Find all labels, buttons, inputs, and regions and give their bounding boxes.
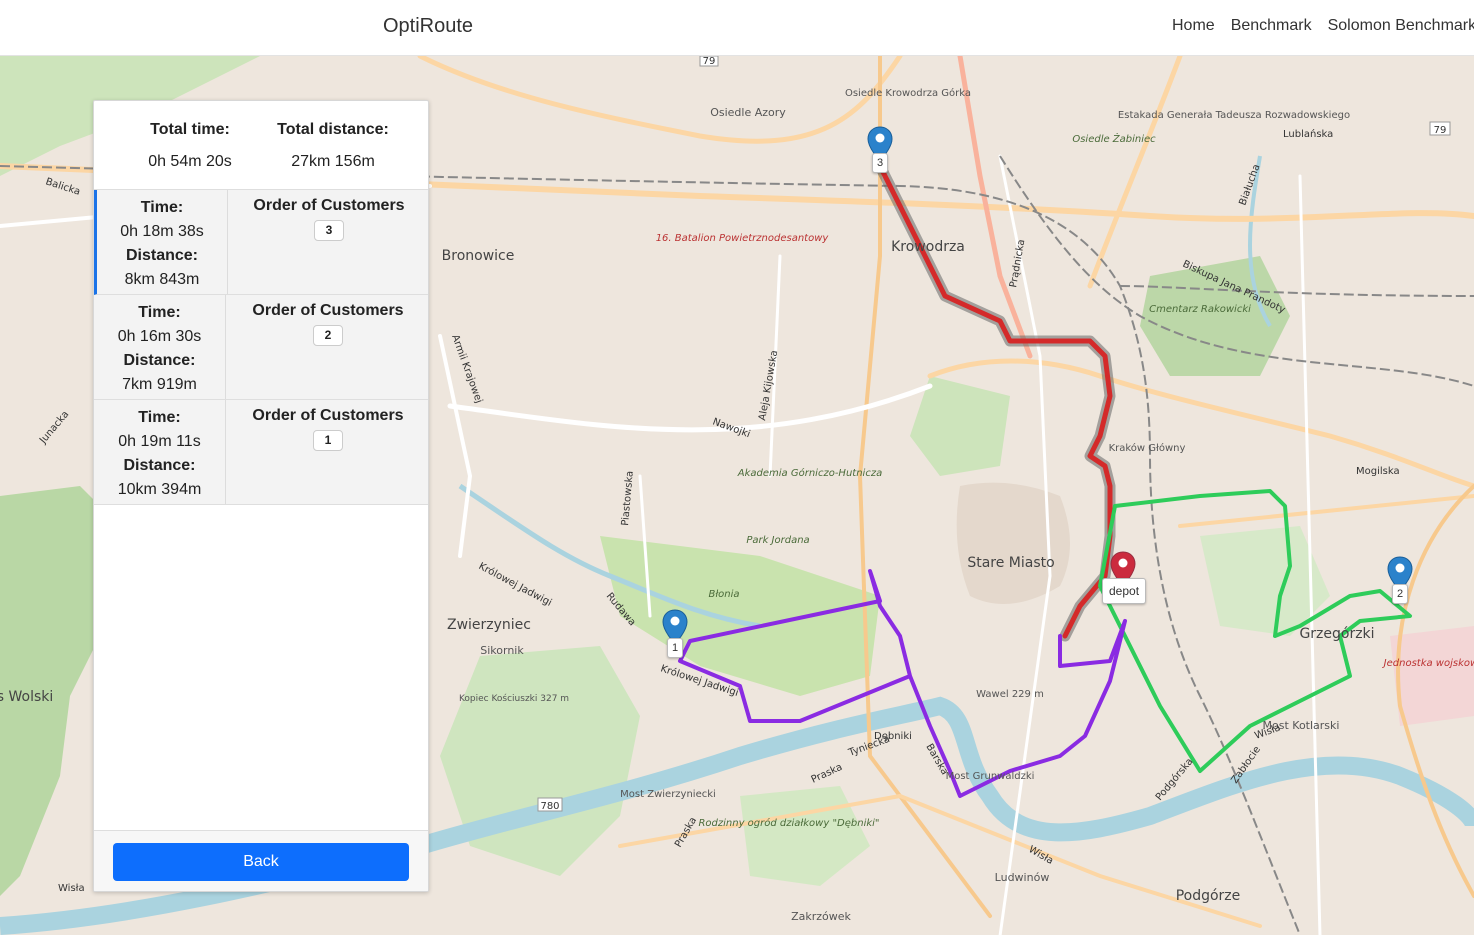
route-summary-panel: Total time: 0h 54m 20s Total distance: 2… [93,100,429,892]
route-metrics: Time: 0h 19m 11s Distance: 10km 394m [94,400,226,504]
marker-label-customer-3: 3 [872,153,889,173]
map-label-park-jordana: Park Jordana [746,535,809,546]
road-label-79: 79 [703,56,716,67]
total-distance-label: Total distance: [277,121,389,138]
route-time-value: 0h 18m 38s [120,223,204,240]
route-distance-label: Distance: [125,247,199,264]
map-label-blonia: Błonia [708,589,739,600]
map-label-jednostka: Jednostka wojskowa [1382,658,1474,669]
total-distance-value: 27km 156m [291,153,375,170]
back-button[interactable]: Back [113,843,409,881]
map-label-akademia: Akademia Górniczo-Hutnicza [737,467,882,479]
street-label-lublanska: Lublańska [1283,128,1333,140]
map-label-wawel: Wawel 229 m [976,689,1044,700]
map-label-ogrod: Rodzinny ogród działkowy "Dębniki" [698,817,879,829]
route-distance-label: Distance: [123,457,196,474]
street-label-wisla: Wisła [58,883,85,894]
route-row[interactable]: Time: 0h 16m 30s Distance: 7km 919m Orde… [94,295,428,400]
totals-section: Total time: 0h 54m 20s Total distance: 2… [94,101,428,190]
route-order: Order of Customers 3 [228,190,428,294]
map-label-sikornik: Sikornik [480,644,524,657]
map-label-krowodrza: Krowodrza [891,239,965,255]
road-label-79-east: 79 [1434,125,1447,136]
street-label-mogilska: Mogilska [1356,466,1400,477]
route-order: Order of Customers 2 [226,295,428,399]
customer-badge: 1 [313,430,343,451]
order-of-customers-label: Order of Customers [252,407,404,424]
customer-badge: 3 [314,220,344,241]
total-time-label: Total time: [150,121,230,138]
route-metrics: Time: 0h 18m 38s Distance: 8km 843m [97,190,228,294]
route-distance-label: Distance: [123,352,196,369]
marker-label-customer-2: 2 [1392,584,1409,604]
route-distance-value: 7km 919m [122,376,197,393]
route-time-label: Time: [140,199,184,216]
map-label-stare-miasto: Stare Miasto [967,555,1054,571]
route-time-label: Time: [138,409,181,426]
marker-label-customer-1: 1 [667,638,684,658]
panel-footer: Back [94,830,428,891]
route-order: Order of Customers 1 [226,400,428,504]
map-label-batalion: 16. Batalion Powietrznodesantowy [656,233,830,244]
nav-links: Home Benchmark Solomon Benchmark [1172,17,1474,35]
map-label-kopiec: Kopiec Kościuszki 327 m [459,693,569,704]
nav-home-link[interactable]: Home [1172,17,1215,35]
map-label-grzegorzki: Grzegórzki [1299,626,1374,642]
map-label-zabiniec: Osiedle Żabiniec [1072,132,1156,145]
map-label-ludwinow: Ludwinów [995,871,1050,884]
street-label-debniki: Dębniki [874,731,912,742]
map-label-podgorze: Podgórze [1176,888,1241,904]
route-metrics: Time: 0h 16m 30s Distance: 7km 919m [94,295,226,399]
order-of-customers-label: Order of Customers [253,197,405,214]
map-label-osiedle-azory: Osiedle Azory [710,106,786,119]
order-of-customers-label: Order of Customers [252,302,404,319]
map-label-estakada: Estakada Generała Tadeusza Rozwadowskieg… [1118,110,1350,121]
marker-label-depot: depot [1102,578,1147,604]
route-row[interactable]: Time: 0h 19m 11s Distance: 10km 394m Ord… [94,400,428,505]
total-time-value: 0h 54m 20s [148,153,232,170]
map-label-bronowice: Bronowice [442,248,515,264]
map-label-zwierzyniec: Zwierzyniec [447,617,531,633]
route-row[interactable]: Time: 0h 18m 38s Distance: 8km 843m Orde… [94,190,428,295]
map-label-cmentarz: Cmentarz Rakowicki [1149,304,1251,315]
nav-solomon-benchmark-link[interactable]: Solomon Benchmark [1328,17,1474,35]
navbar: OptiRoute Home Benchmark Solomon Benchma… [0,0,1474,56]
brand-link[interactable]: OptiRoute [383,15,473,38]
customer-badge: 2 [313,325,343,346]
map-label-wolski: s Wolski [0,689,53,705]
road-label-780: 780 [540,801,559,812]
route-distance-value: 8km 843m [124,271,200,288]
nav-benchmark-link[interactable]: Benchmark [1231,17,1312,35]
map-label-krakow-glowny: Kraków Główny [1109,442,1186,454]
map-label-osiedle-krowodrza: Osiedle Krowodrza Górka [845,87,971,99]
old-town-area [956,482,1070,604]
route-time-label: Time: [138,304,181,321]
route-distance-value: 10km 394m [117,481,202,498]
map-label-most-grunwaldzki: Most Grunwaldzki [946,771,1035,782]
route-time-value: 0h 19m 11s [118,433,201,450]
map-label-most-zwierzyniecki: Most Zwierzyniecki [620,789,716,800]
route-time-value: 0h 16m 30s [117,328,202,345]
map-label-zakrzowek: Zakrzówek [791,910,851,923]
